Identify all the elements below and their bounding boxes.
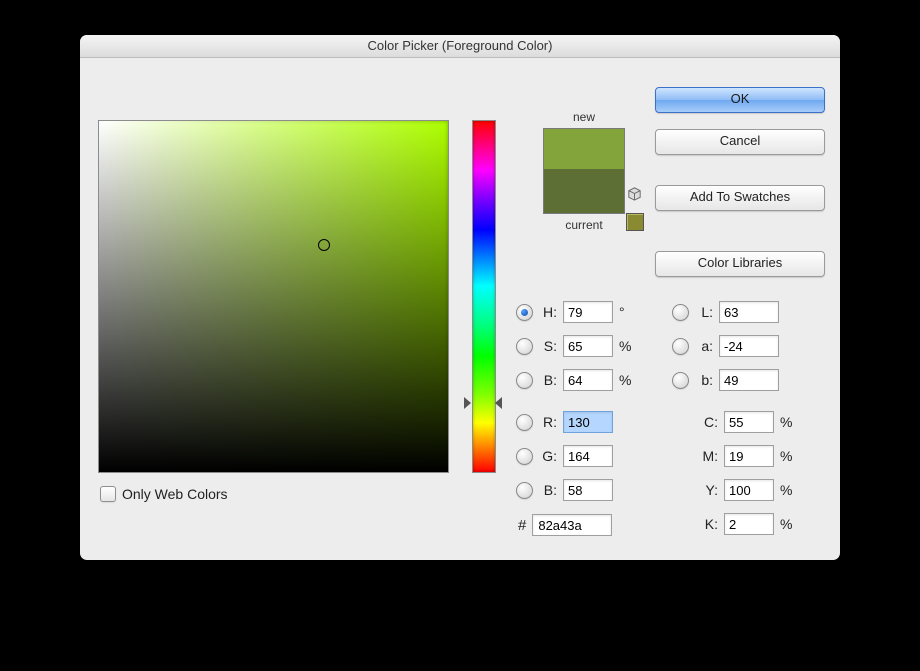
blue-label: B:	[539, 482, 557, 498]
a-radio[interactable]	[672, 338, 689, 355]
m-input[interactable]	[724, 445, 774, 467]
gamut-warning-cube-icon[interactable]	[626, 185, 643, 202]
new-label: new	[514, 110, 654, 124]
m-unit: %	[780, 448, 794, 464]
only-web-colors-label: Only Web Colors	[122, 486, 228, 502]
hex-input[interactable]	[532, 514, 612, 536]
k-input[interactable]	[724, 513, 774, 535]
r-input[interactable]	[563, 411, 613, 433]
l-label: L:	[695, 304, 713, 320]
y-input[interactable]	[724, 479, 774, 501]
b-input[interactable]	[563, 369, 613, 391]
color-libraries-button[interactable]: Color Libraries	[655, 251, 825, 277]
s-input[interactable]	[563, 335, 613, 357]
blue-radio[interactable]	[516, 482, 533, 499]
current-color-swatch[interactable]	[544, 169, 624, 213]
gamut-swatch-icon[interactable]	[626, 213, 644, 231]
g-input[interactable]	[563, 445, 613, 467]
new-color-swatch[interactable]	[544, 129, 624, 169]
r-label: R:	[539, 414, 557, 430]
green-radio[interactable]	[516, 448, 533, 465]
hue-radio[interactable]	[516, 304, 533, 321]
window-title: Color Picker (Foreground Color)	[368, 38, 553, 53]
l-radio[interactable]	[672, 304, 689, 321]
s-unit: %	[619, 338, 633, 354]
c-input[interactable]	[724, 411, 774, 433]
y-unit: %	[780, 482, 794, 498]
preview-swatch	[543, 128, 625, 214]
h-label: H:	[539, 304, 557, 320]
color-cursor-icon	[318, 239, 330, 251]
saturation-radio[interactable]	[516, 338, 533, 355]
s-label: S:	[539, 338, 557, 354]
b-unit: %	[619, 372, 633, 388]
y-label: Y:	[698, 482, 718, 498]
saturation-brightness-field[interactable]	[98, 120, 449, 473]
c-label: C:	[698, 414, 718, 430]
k-unit: %	[780, 516, 794, 532]
lab-b-input[interactable]	[719, 369, 779, 391]
m-label: M:	[698, 448, 718, 464]
lab-b-label: b:	[695, 372, 713, 388]
h-unit: °	[619, 304, 633, 320]
color-picker-dialog: Color Picker (Foreground Color) new curr…	[80, 35, 840, 560]
g-label: G:	[539, 448, 557, 464]
window-titlebar: Color Picker (Foreground Color)	[80, 35, 840, 58]
l-input[interactable]	[719, 301, 779, 323]
a-label: a:	[695, 338, 713, 354]
blue-input[interactable]	[563, 479, 613, 501]
k-label: K:	[698, 516, 718, 532]
red-radio[interactable]	[516, 414, 533, 431]
add-to-swatches-button[interactable]: Add To Swatches	[655, 185, 825, 211]
a-input[interactable]	[719, 335, 779, 357]
only-web-colors-checkbox[interactable]	[100, 486, 116, 502]
hue-slider[interactable]	[472, 120, 496, 473]
hex-label: #	[518, 517, 526, 534]
b-label: B:	[539, 372, 557, 388]
brightness-radio[interactable]	[516, 372, 533, 389]
ok-button[interactable]: OK	[655, 87, 825, 113]
cancel-button[interactable]: Cancel	[655, 129, 825, 155]
lab-b-radio[interactable]	[672, 372, 689, 389]
c-unit: %	[780, 414, 794, 430]
h-input[interactable]	[563, 301, 613, 323]
